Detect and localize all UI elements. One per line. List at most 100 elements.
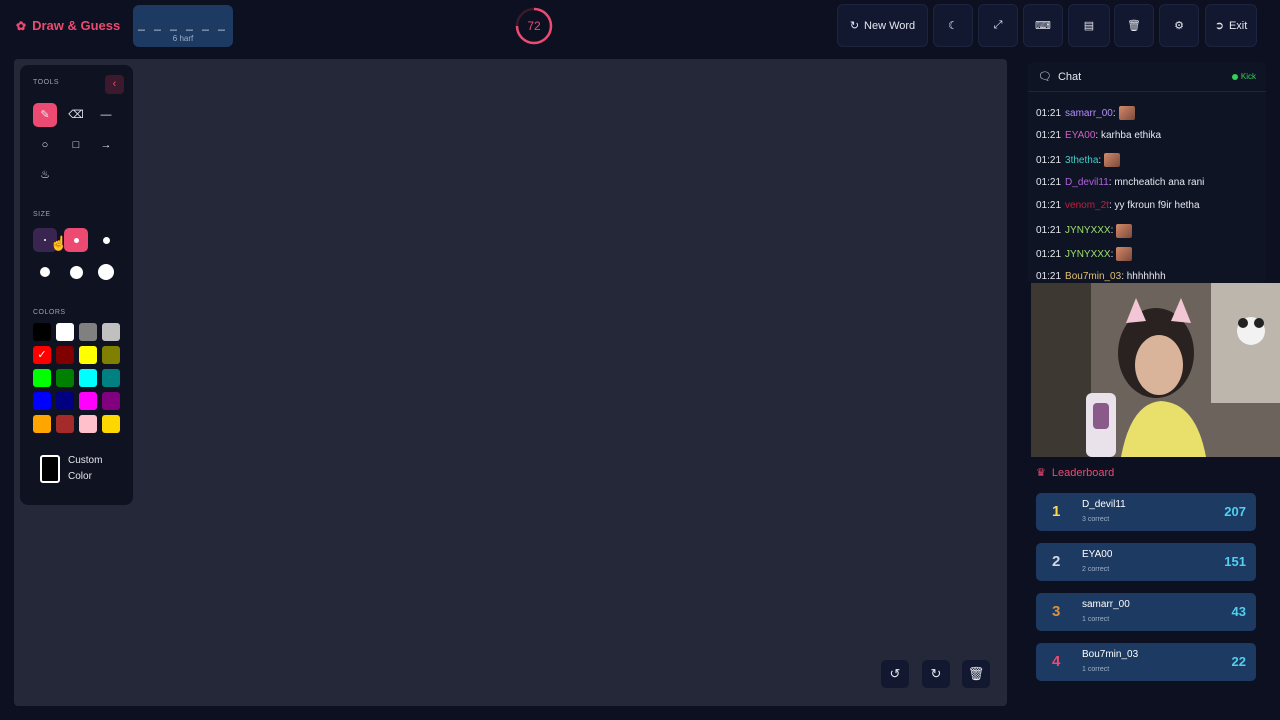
color-swatch[interactable] xyxy=(33,415,51,433)
leaderboard-rank: 4 xyxy=(1052,653,1061,670)
word-mask: _ _ _ _ _ _ xyxy=(138,17,228,31)
arrow-right-icon: → xyxy=(100,139,112,151)
message-user[interactable]: D_devil11 xyxy=(1065,177,1109,188)
color-swatch[interactable] xyxy=(79,323,97,341)
message-user[interactable]: samarr_00 xyxy=(1065,108,1113,119)
size-option-s[interactable] xyxy=(64,228,88,252)
word-display: _ _ _ _ _ _ 6 harf xyxy=(133,5,233,47)
archive-button[interactable]: ▤ xyxy=(1068,4,1110,47)
circle-icon: ○ xyxy=(41,139,49,151)
refresh-icon: ↻ xyxy=(849,20,860,32)
leaderboard-rank: 2 xyxy=(1052,553,1061,570)
collapse-panel-button[interactable]: ‹ xyxy=(105,75,124,94)
message-user[interactable]: 3thetha xyxy=(1065,155,1098,166)
chevron-left-icon: ‹ xyxy=(112,78,117,90)
word-hint: 6 harf xyxy=(172,34,194,43)
eraser-tool[interactable]: ⌫ xyxy=(64,103,88,127)
leaderboard-rank: 1 xyxy=(1052,503,1061,520)
size-label: SIZE xyxy=(33,211,51,218)
keyboard-icon: ⌨ xyxy=(1035,20,1051,32)
exit-button[interactable]: ➲ Exit xyxy=(1205,4,1257,47)
size-option-xl[interactable] xyxy=(64,260,88,284)
leaderboard-title: ♛ Leaderboard xyxy=(1036,466,1114,480)
fill-tool[interactable]: ♨ xyxy=(33,163,57,187)
moon-icon: ☾ xyxy=(948,20,958,32)
message-time: 01:21 xyxy=(1036,176,1062,188)
brand-title: Draw & Guess xyxy=(32,18,121,33)
chat-message: 01:21 D_devil11: mncheatich ana rani xyxy=(1036,177,1204,188)
color-swatch[interactable] xyxy=(33,323,51,341)
timer-value: 72 xyxy=(527,19,541,33)
streamer-webcam-image xyxy=(1031,283,1280,457)
size-option-l[interactable] xyxy=(33,260,57,284)
color-swatch[interactable] xyxy=(56,392,74,410)
color-swatch[interactable] xyxy=(56,323,74,341)
color-swatch[interactable] xyxy=(79,415,97,433)
leaderboard-correct-count: 1 correct xyxy=(1082,666,1110,673)
leaderboard-row: 1 D_devil11 3 correct 207 xyxy=(1036,493,1256,531)
check-icon: ✓ xyxy=(37,349,47,361)
message-user[interactable]: EYA00 xyxy=(1065,130,1095,141)
color-swatch[interactable] xyxy=(102,415,120,433)
rectangle-tool[interactable]: □ xyxy=(64,133,88,157)
leaderboard-correct-count: 2 correct xyxy=(1082,566,1110,573)
message-text: : xyxy=(1110,225,1114,236)
leaderboard-name: EYA00 xyxy=(1082,549,1113,560)
brush-tool[interactable]: ✎ xyxy=(33,103,57,127)
brand: ✿ Draw & Guess xyxy=(16,18,120,33)
drawing-canvas[interactable] xyxy=(14,59,1007,706)
message-time: 01:21 xyxy=(1036,270,1062,282)
size-dot xyxy=(102,236,110,244)
message-user[interactable]: JYNYXXX xyxy=(1065,249,1111,260)
message-time: 01:21 xyxy=(1036,248,1062,260)
message-text: : mncheatich ana rani xyxy=(1108,176,1205,188)
trash-button[interactable]: 🗑 xyxy=(1114,4,1154,47)
arrow-tool[interactable]: → xyxy=(94,133,118,157)
custom-color-button[interactable]: Custom Color xyxy=(40,453,112,485)
leaderboard-name: Bou7min_03 xyxy=(1082,649,1139,660)
square-icon: □ xyxy=(72,139,80,151)
dark-mode-button[interactable]: ☾ xyxy=(933,4,973,47)
chat-message: 01:21 3thetha: xyxy=(1036,153,1121,167)
color-swatch[interactable]: ✓ xyxy=(33,346,51,364)
size-option-xxl[interactable] xyxy=(94,260,118,284)
new-word-button[interactable]: ↻ New Word xyxy=(837,4,928,47)
clear-canvas-button[interactable]: 🗑 xyxy=(962,660,990,688)
color-swatch[interactable] xyxy=(102,392,120,410)
color-swatch[interactable] xyxy=(102,369,120,387)
color-swatch[interactable] xyxy=(79,369,97,387)
fullscreen-button[interactable]: ⤢ xyxy=(978,4,1018,47)
leaderboard-score: 207 xyxy=(1224,504,1246,519)
redo-button[interactable]: ↻ xyxy=(922,660,950,688)
color-swatch[interactable] xyxy=(33,369,51,387)
undo-icon: ↺ xyxy=(889,666,901,681)
custom-color-label: Custom Color xyxy=(68,455,103,482)
message-user[interactable]: venom_2t xyxy=(1065,200,1109,211)
exit-label: Exit xyxy=(1228,19,1248,32)
gear-icon: ⚙ xyxy=(1174,20,1184,32)
color-swatch[interactable] xyxy=(56,369,74,387)
color-swatch[interactable] xyxy=(79,346,97,364)
chat-message: 01:21 JYNYXXX: xyxy=(1036,247,1133,261)
line-tool[interactable]: — xyxy=(94,103,118,127)
keyboard-button[interactable]: ⌨ xyxy=(1023,4,1063,47)
size-dot xyxy=(44,239,46,241)
chat-header: 🗨 Chat Kick xyxy=(1028,62,1266,92)
color-swatch[interactable] xyxy=(56,415,74,433)
chat-panel: 🗨 Chat Kick 01:21 samarr_00:01:21 EYA00: k… xyxy=(1028,62,1266,284)
color-swatch[interactable] xyxy=(79,392,97,410)
color-swatch[interactable] xyxy=(33,392,51,410)
leaderboard-row: 3 samarr_00 1 correct 43 xyxy=(1036,593,1256,631)
undo-button[interactable]: ↺ xyxy=(881,660,909,688)
message-user[interactable]: JYNYXXX xyxy=(1065,225,1111,236)
online-indicator-icon xyxy=(1231,73,1238,80)
size-option-m[interactable] xyxy=(94,228,118,252)
color-swatch[interactable] xyxy=(102,323,120,341)
message-user[interactable]: Bou7min_03 xyxy=(1065,271,1121,282)
emote-icon xyxy=(1118,106,1135,120)
color-swatch[interactable] xyxy=(102,346,120,364)
color-swatch[interactable] xyxy=(56,346,74,364)
custom-color-swatch xyxy=(40,455,60,483)
settings-button[interactable]: ⚙ xyxy=(1159,4,1199,47)
circle-tool[interactable]: ○ xyxy=(33,133,57,157)
